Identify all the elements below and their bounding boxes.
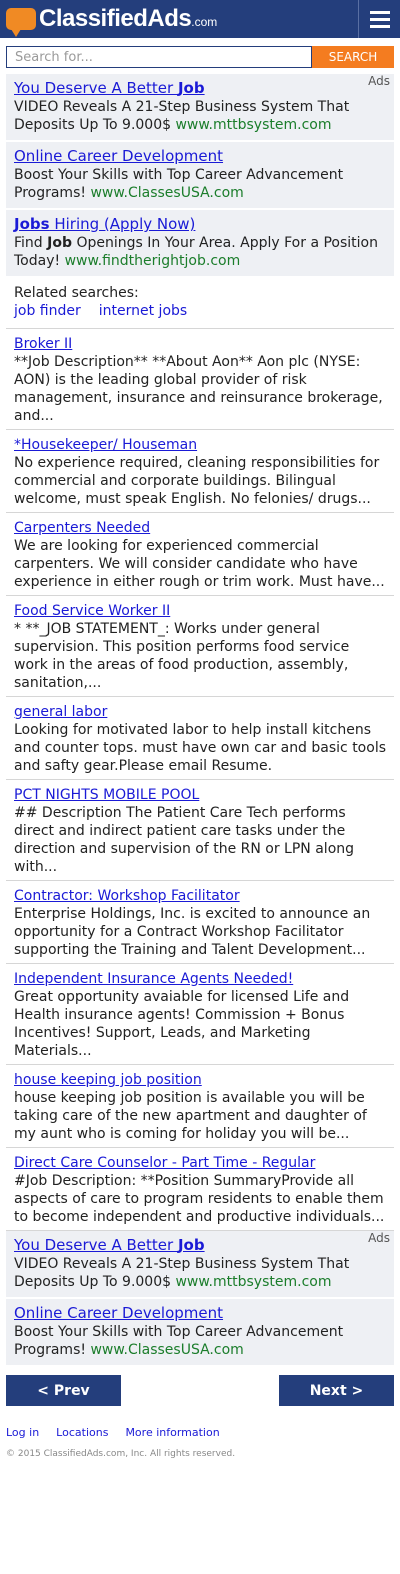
listing-title-link[interactable]: Carpenters Needed — [14, 519, 386, 537]
ad-title-text: Online Career Development — [14, 1304, 224, 1322]
ad-item: Jobs Hiring (Apply Now) Find Job Openings… — [6, 210, 394, 276]
ad-item: Online Career Development Boost Your Skil… — [6, 142, 394, 210]
copyright: © 2015 ClassifiedAds.com, Inc. All right… — [6, 1449, 236, 1459]
listing-item: Food Service Worker II * **_JOB STATEMENT… — [6, 596, 394, 697]
listing-description: * **_JOB STATEMENT_: Works under general… — [14, 621, 350, 691]
ad-url[interactable]: www.ClassesUSA.com — [90, 185, 243, 201]
ad-title-keyword: Job — [177, 1236, 205, 1254]
ad-title-link[interactable]: You Deserve A Better Job — [14, 1235, 386, 1255]
speech-bubble-icon — [6, 8, 36, 37]
listing-description: We are looking for experienced commercia… — [14, 538, 385, 590]
listing-description: ## Description The Patient Care Tech per… — [14, 805, 355, 875]
ad-title-link[interactable]: You Deserve A Better Job — [14, 78, 386, 98]
footer-link[interactable]: More information — [125, 1426, 219, 1439]
listing-title-link[interactable]: Independent Insurance Agents Needed! — [14, 970, 386, 988]
next-page-button[interactable]: Next > — [279, 1375, 394, 1406]
logo-suffix: .com — [191, 15, 218, 29]
ad-url[interactable]: www.findtherightjob.com — [65, 253, 241, 269]
listing-item: Direct Care Counselor - Part Time - Regu… — [6, 1148, 394, 1231]
footer-link[interactable]: Locations — [56, 1426, 108, 1439]
listing-item: Broker II **Job Description** **About Aon… — [6, 329, 394, 430]
ad-url[interactable]: www.mttbsystem.com — [175, 117, 331, 133]
ad-title-link[interactable]: Online Career Development — [14, 146, 386, 166]
menu-bar — [369, 24, 390, 28]
ad-description: Boost Your Skills with Top Career Advanc… — [14, 166, 386, 202]
ads-label: Ads — [368, 1231, 390, 1245]
listing-title-link[interactable]: general labor — [14, 703, 386, 721]
listing-description: Enterprise Holdings, Inc. is excited to … — [14, 906, 371, 958]
listing-title-link[interactable]: house keeping job position — [14, 1071, 386, 1089]
ad-desc-text: Find — [14, 235, 48, 251]
related-searches-label: Related searches: — [14, 285, 139, 301]
listing-item: *Housekeeper/ Houseman No experience requ… — [6, 430, 394, 513]
site-header: ClassifiedAds.com — [0, 0, 400, 38]
listing-description: No experience required, cleaning respons… — [14, 455, 380, 507]
hamburger-menu-icon[interactable] — [358, 0, 400, 38]
listing-title-link[interactable]: Broker II — [14, 335, 386, 353]
related-search-link[interactable]: internet jobs — [99, 303, 187, 319]
logo-text: ClassifiedAds.com — [39, 5, 217, 33]
ad-item: Online Career Development Boost Your Skil… — [6, 1299, 394, 1365]
footer-links: Log in Locations More information — [6, 1426, 394, 1439]
menu-bar — [369, 10, 390, 14]
search-bar: SEARCH — [6, 46, 394, 68]
ad-title-text: You Deserve A Better — [14, 1236, 178, 1254]
pagination: < Prev Next > — [6, 1375, 394, 1406]
ad-description: Boost Your Skills with Top Career Advanc… — [14, 1323, 386, 1359]
ad-description: Find Job Openings In Your Area. Apply Fo… — [14, 234, 386, 270]
ad-title-keyword: Job — [177, 79, 205, 97]
listing-description: **Job Description** **About Aon** Aon pl… — [14, 354, 383, 424]
listing-item: Independent Insurance Agents Needed! Grea… — [6, 964, 394, 1065]
ad-description: VIDEO Reveals A 21-Step Business System … — [14, 1255, 386, 1291]
ad-desc-keyword: Job — [47, 235, 72, 251]
prev-page-button[interactable]: < Prev — [6, 1375, 121, 1406]
listing-title-link[interactable]: Food Service Worker II — [14, 602, 386, 620]
listing-item: Contractor: Workshop Facilitator Enterpri… — [6, 881, 394, 964]
ad-url[interactable]: www.mttbsystem.com — [175, 1274, 331, 1290]
listing-title-link[interactable]: *Housekeeper/ Houseman — [14, 436, 386, 454]
listing-description: house keeping job position is available … — [14, 1090, 367, 1142]
ad-title-text: Online Career Development — [14, 147, 224, 165]
ad-description: VIDEO Reveals A 21-Step Business System … — [14, 98, 386, 134]
ad-title-link[interactable]: Online Career Development — [14, 1303, 386, 1323]
search-button[interactable]: SEARCH — [312, 46, 394, 68]
ad-title-text: You Deserve A Better — [14, 79, 178, 97]
site-logo[interactable]: ClassifiedAds.com — [6, 3, 217, 37]
listing-item: house keeping job position house keeping … — [6, 1065, 394, 1148]
listing-description: Great opportunity avaiable for licensed … — [14, 989, 350, 1059]
top-ads: Ads You Deserve A Better Job VIDEO Reveal… — [6, 74, 394, 276]
listing-title-link[interactable]: Direct Care Counselor - Part Time - Regu… — [14, 1154, 386, 1172]
listing-item: Carpenters Needed We are looking for expe… — [6, 513, 394, 596]
listing-item: general labor Looking for motivated labor… — [6, 697, 394, 780]
listing-description: #Job Description: **Position SummaryProv… — [14, 1173, 385, 1225]
ad-title-link[interactable]: Jobs Hiring (Apply Now) — [14, 214, 386, 234]
listing-description: Looking for motivated labor to help inst… — [14, 722, 386, 774]
listing-title-link[interactable]: PCT NIGHTS MOBILE POOL — [14, 786, 386, 804]
ad-title-text: Hiring (Apply Now) — [49, 215, 196, 233]
related-search-link[interactable]: job finder — [14, 303, 81, 319]
footer-link[interactable]: Log in — [6, 1426, 39, 1439]
ad-item: You Deserve A Better Job VIDEO Reveals A … — [6, 1231, 394, 1299]
listing-item: PCT NIGHTS MOBILE POOL ## Description The… — [6, 780, 394, 881]
listing-title-link[interactable]: Contractor: Workshop Facilitator — [14, 887, 386, 905]
logo-word-ads: Ads — [147, 5, 192, 32]
bottom-ads: Ads You Deserve A Better Job VIDEO Reveal… — [6, 1231, 394, 1365]
logo-word-classified: Classified — [39, 5, 148, 32]
ad-url[interactable]: www.ClassesUSA.com — [90, 1342, 243, 1358]
search-input[interactable] — [6, 46, 312, 68]
ad-item: You Deserve A Better Job VIDEO Reveals A … — [6, 74, 394, 142]
ad-title-keyword: Jobs — [14, 215, 50, 233]
menu-bar — [369, 17, 390, 21]
ads-label: Ads — [368, 74, 390, 88]
related-searches: Related searches: job finder internet job… — [6, 276, 394, 329]
